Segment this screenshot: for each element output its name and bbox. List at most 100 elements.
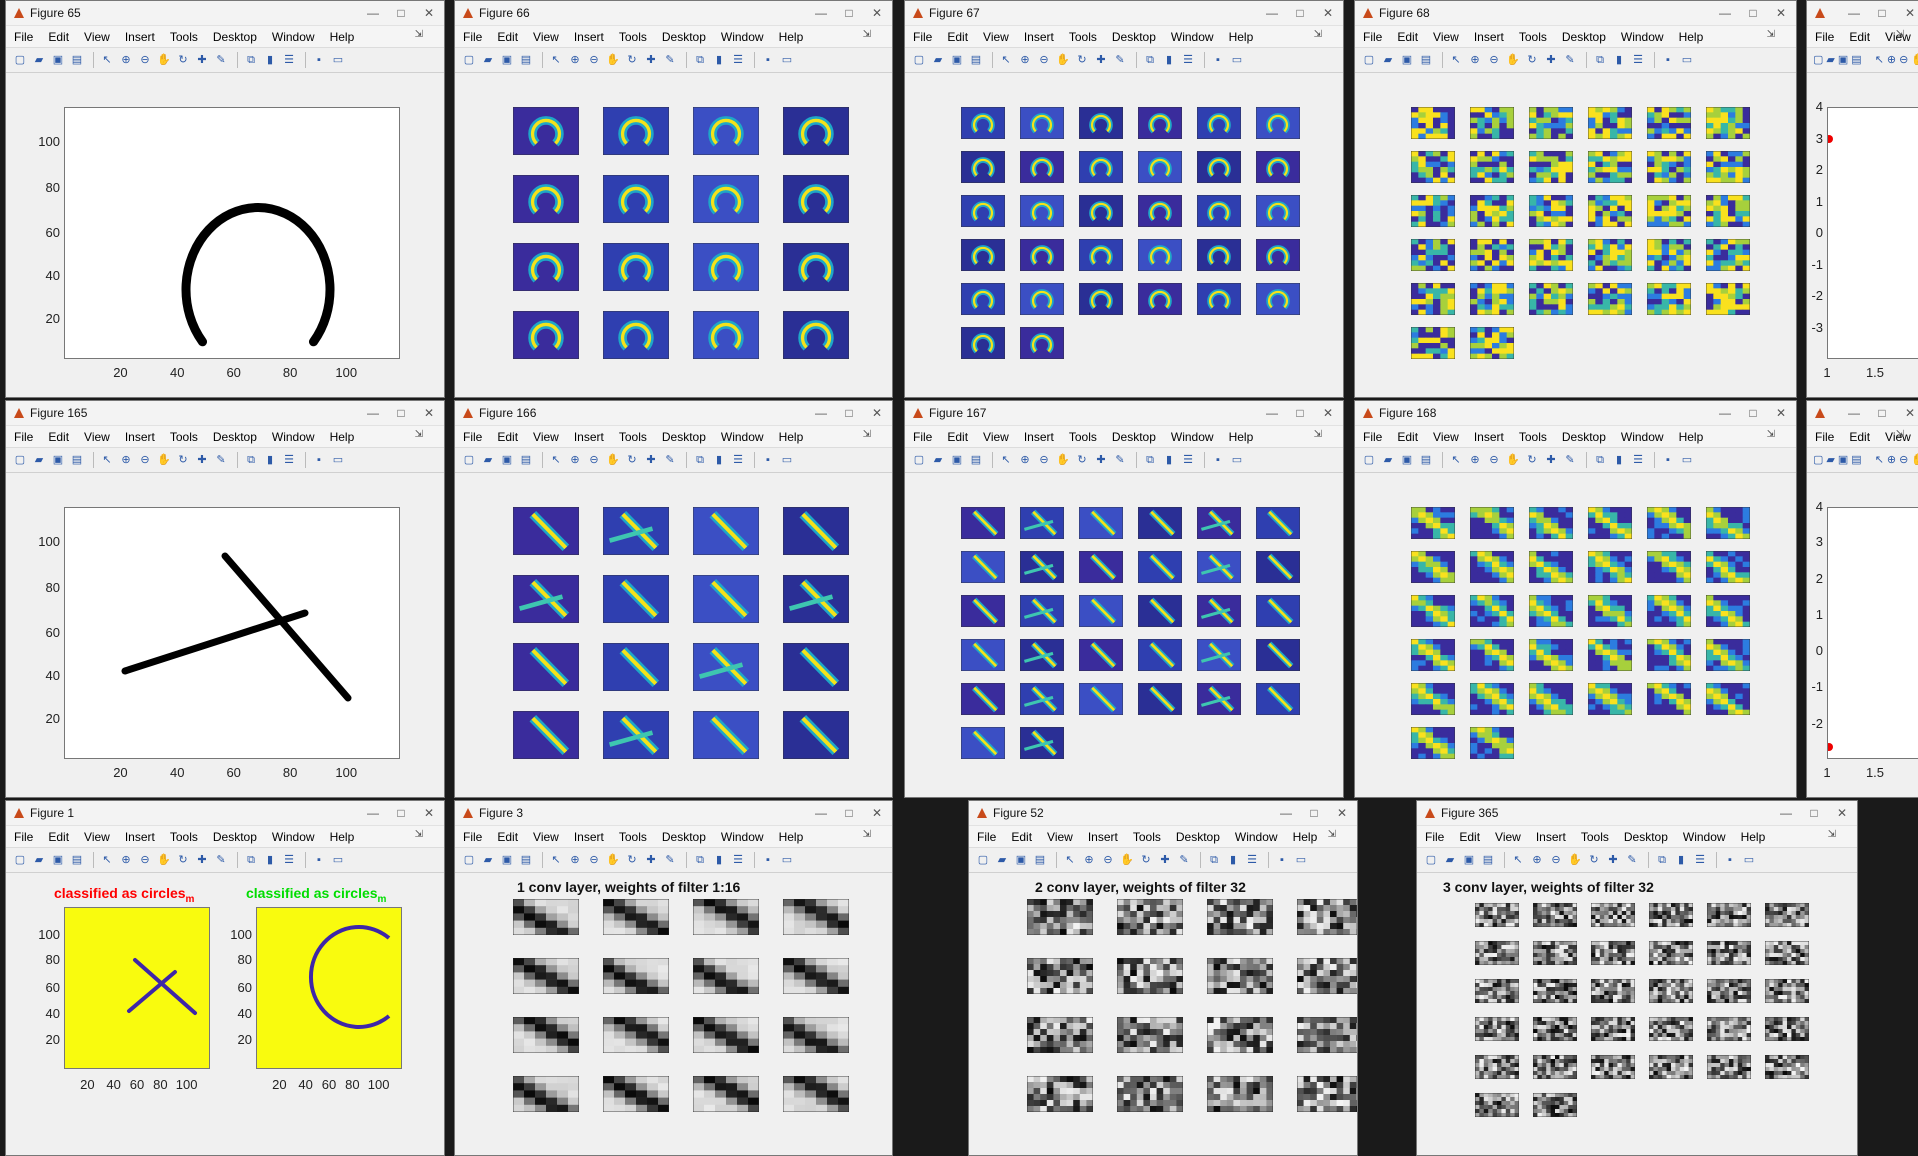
brush-icon[interactable]: ✎ — [213, 853, 229, 868]
menu-view[interactable]: View — [84, 430, 110, 444]
minimize-button[interactable]: — — [1259, 404, 1285, 422]
minimize-button[interactable]: — — [1259, 4, 1285, 22]
link-icon[interactable]: ⧉ — [243, 453, 259, 468]
menu-help[interactable]: Help — [1679, 430, 1704, 444]
menu-window[interactable]: Window — [272, 30, 315, 44]
maximize-button[interactable]: □ — [836, 4, 862, 22]
hide-plot-tools-icon[interactable]: ▪ — [311, 453, 327, 468]
new-file-icon[interactable]: ▢ — [12, 853, 28, 868]
menu-help[interactable]: Help — [1229, 430, 1254, 444]
menu-edit[interactable]: Edit — [1849, 30, 1870, 44]
zoom-in-icon[interactable]: ⊕ — [1081, 853, 1097, 868]
menu-overflow-icon[interactable]: ⇲ — [863, 429, 871, 440]
pointer-icon[interactable]: ↖ — [998, 53, 1014, 68]
pan-hand-icon[interactable]: ✋ — [1055, 53, 1071, 68]
menu-overflow-icon[interactable]: ⇲ — [1767, 429, 1775, 440]
maximize-button[interactable]: □ — [836, 804, 862, 822]
colorbar-icon[interactable]: ▮ — [1673, 853, 1689, 868]
maximize-button[interactable]: □ — [1801, 804, 1827, 822]
brush-icon[interactable]: ✎ — [213, 453, 229, 468]
pan-hand-icon[interactable]: ✋ — [156, 853, 172, 868]
close-button[interactable]: ✕ — [416, 404, 442, 422]
figure-window-w68[interactable]: Figure 68 — □ ✕ File Edit View Insert Tools Deskt… — [1354, 0, 1797, 398]
close-button[interactable]: ✕ — [1897, 4, 1918, 22]
pointer-icon[interactable]: ↖ — [1875, 453, 1884, 468]
data-cursor-icon[interactable]: ✚ — [643, 53, 659, 68]
open-folder-icon[interactable]: ▰ — [1380, 453, 1396, 468]
save-icon[interactable]: ▣ — [499, 853, 515, 868]
menu-help[interactable]: Help — [779, 30, 804, 44]
new-file-icon[interactable]: ▢ — [461, 853, 477, 868]
figure-window-w69[interactable]: —□✕FileEditViewInsertToolsDesktopWindowH… — [1806, 0, 1918, 398]
zoom-in-icon[interactable]: ⊕ — [567, 853, 583, 868]
figure-window-w65[interactable]: Figure 65 — □ ✕ File Edit View Insert Tools Deskt… — [5, 0, 445, 398]
open-folder-icon[interactable]: ▰ — [31, 53, 47, 68]
close-button[interactable]: ✕ — [1768, 404, 1794, 422]
zoom-out-icon[interactable]: ⊖ — [1486, 453, 1502, 468]
link-icon[interactable]: ⧉ — [1592, 453, 1608, 468]
menu-help[interactable]: Help — [1229, 30, 1254, 44]
new-file-icon[interactable]: ▢ — [1813, 53, 1823, 68]
zoom-in-icon[interactable]: ⊕ — [1017, 453, 1033, 468]
menu-insert[interactable]: Insert — [574, 830, 604, 844]
rotate-icon[interactable]: ↻ — [1138, 853, 1154, 868]
menu-overflow-icon[interactable]: ⇲ — [863, 829, 871, 840]
pointer-icon[interactable]: ↖ — [99, 853, 115, 868]
menu-insert[interactable]: Insert — [125, 30, 155, 44]
hide-plot-tools-icon[interactable]: ▪ — [1660, 453, 1676, 468]
hide-plot-tools-icon[interactable]: ▪ — [311, 853, 327, 868]
minimize-button[interactable]: — — [360, 404, 386, 422]
close-button[interactable]: ✕ — [1315, 4, 1341, 22]
colorbar-icon[interactable]: ▮ — [262, 53, 278, 68]
pointer-icon[interactable]: ↖ — [998, 453, 1014, 468]
minimize-button[interactable]: — — [808, 4, 834, 22]
menu-insert[interactable]: Insert — [1474, 430, 1504, 444]
colorbar-icon[interactable]: ▮ — [1611, 453, 1627, 468]
minimize-button[interactable]: — — [1841, 404, 1867, 422]
menu-file[interactable]: File — [463, 30, 482, 44]
menu-window[interactable]: Window — [1171, 30, 1214, 44]
data-cursor-icon[interactable]: ✚ — [1157, 853, 1173, 868]
menu-tools[interactable]: Tools — [1069, 30, 1097, 44]
menu-window[interactable]: Window — [272, 830, 315, 844]
hide-plot-tools-icon[interactable]: ▪ — [1274, 853, 1290, 868]
save-icon[interactable]: ▣ — [949, 453, 965, 468]
zoom-out-icon[interactable]: ⊖ — [586, 453, 602, 468]
data-cursor-icon[interactable]: ✚ — [1543, 53, 1559, 68]
maximize-button[interactable]: □ — [388, 804, 414, 822]
menu-window[interactable]: Window — [1621, 430, 1664, 444]
open-folder-icon[interactable]: ▰ — [930, 53, 946, 68]
zoom-out-icon[interactable]: ⊖ — [1899, 453, 1908, 468]
menu-edit[interactable]: Edit — [1397, 30, 1418, 44]
rotate-icon[interactable]: ↻ — [175, 53, 191, 68]
menu-file[interactable]: File — [463, 830, 482, 844]
hide-plot-tools-icon[interactable]: ▪ — [1210, 453, 1226, 468]
show-plot-tools-icon[interactable]: ▭ — [1741, 853, 1757, 868]
show-plot-tools-icon[interactable]: ▭ — [330, 53, 346, 68]
menu-desktop[interactable]: Desktop — [1562, 430, 1606, 444]
close-button[interactable]: ✕ — [864, 404, 890, 422]
close-button[interactable]: ✕ — [1897, 404, 1918, 422]
pointer-icon[interactable]: ↖ — [1448, 453, 1464, 468]
brush-icon[interactable]: ✎ — [1562, 53, 1578, 68]
zoom-in-icon[interactable]: ⊕ — [1529, 853, 1545, 868]
menu-overflow-icon[interactable]: ⇲ — [415, 429, 423, 440]
zoom-in-icon[interactable]: ⊕ — [567, 53, 583, 68]
close-button[interactable]: ✕ — [416, 4, 442, 22]
menu-tools[interactable]: Tools — [619, 430, 647, 444]
rotate-icon[interactable]: ↻ — [1586, 853, 1602, 868]
menu-tools[interactable]: Tools — [170, 430, 198, 444]
menu-edit[interactable]: Edit — [48, 430, 69, 444]
close-button[interactable]: ✕ — [1329, 804, 1355, 822]
print-icon[interactable]: ▤ — [1032, 853, 1048, 868]
menu-edit[interactable]: Edit — [497, 30, 518, 44]
open-folder-icon[interactable]: ▰ — [31, 453, 47, 468]
brush-icon[interactable]: ✎ — [1562, 453, 1578, 468]
menu-insert[interactable]: Insert — [1474, 30, 1504, 44]
menu-overflow-icon[interactable]: ⇲ — [1328, 829, 1336, 840]
save-icon[interactable]: ▣ — [1461, 853, 1477, 868]
menu-window[interactable]: Window — [1621, 30, 1664, 44]
figure-window-w66[interactable]: Figure 66 — □ ✕ File Edit View Insert Tools Deskt… — [454, 0, 893, 398]
colorbar-icon[interactable]: ▮ — [1161, 53, 1177, 68]
menu-overflow-icon[interactable]: ⇲ — [1896, 29, 1904, 40]
